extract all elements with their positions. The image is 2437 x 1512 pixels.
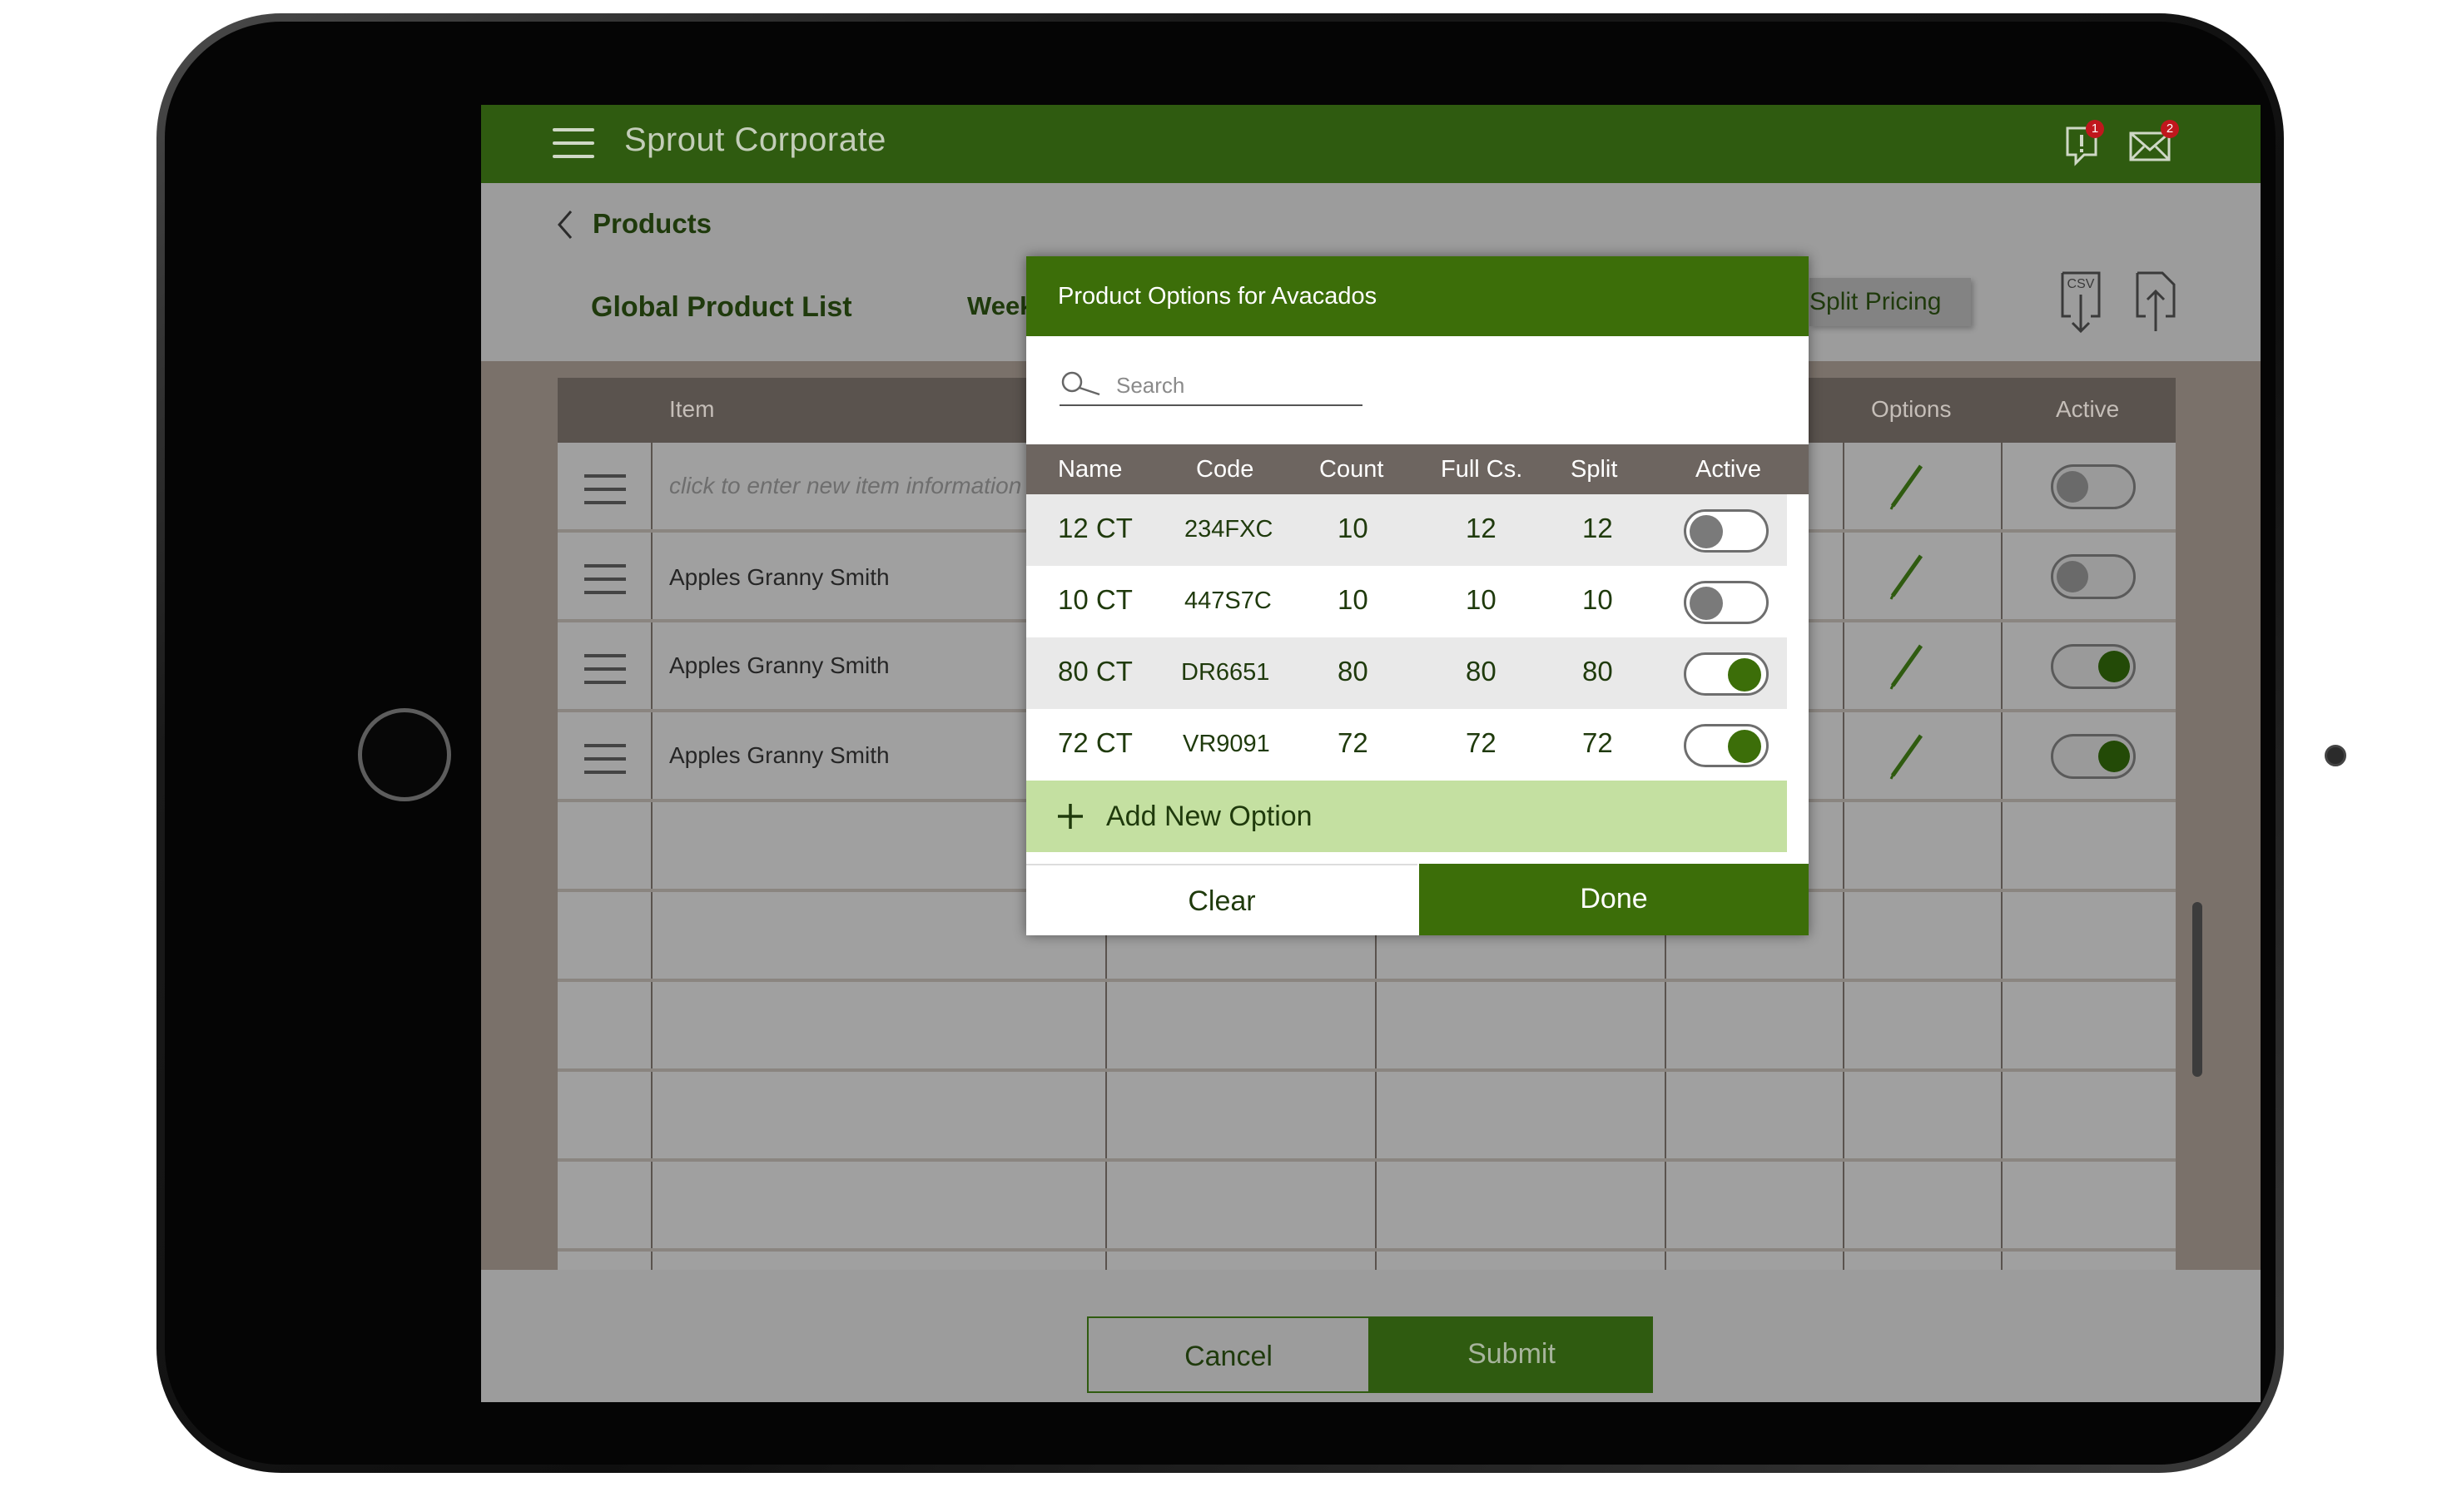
option-code: DR6651 <box>1181 659 1270 686</box>
option-name: 10 CT <box>1058 584 1133 615</box>
hamburger-menu-icon[interactable] <box>553 125 594 161</box>
plus-icon <box>1056 802 1084 830</box>
option-split: 12 <box>1582 513 1613 543</box>
scrollbar[interactable] <box>2192 902 2202 1077</box>
option-count: 10 <box>1338 513 1368 543</box>
count-column-header: Count <box>1319 456 1384 483</box>
global-product-list-title: Global Product List <box>591 291 852 323</box>
option-full-case: 80 <box>1466 656 1496 687</box>
option-name: 80 CT <box>1058 656 1133 687</box>
mail-badge: 2 <box>2161 120 2179 138</box>
empty-row <box>558 1072 2176 1162</box>
name-column-header: Name <box>1058 456 1123 483</box>
clear-button[interactable]: Clear <box>1026 864 1417 935</box>
drag-handle-icon[interactable] <box>584 564 626 594</box>
week-tab[interactable]: Week <box>967 291 1034 321</box>
edit-options-pencil-icon[interactable] <box>1888 551 1926 601</box>
item-name: Apples Granny Smith <box>669 652 890 678</box>
submit-button[interactable]: Submit <box>1370 1316 1653 1393</box>
option-split: 72 <box>1582 727 1613 758</box>
home-button[interactable] <box>358 708 451 801</box>
bottom-action-bar: Cancel Submit <box>481 1270 2261 1402</box>
cancel-button[interactable]: Cancel <box>1087 1316 1370 1393</box>
option-count: 72 <box>1338 727 1368 758</box>
app-screen: Sprout Corporate 1 2 Products Global Pro… <box>481 105 2261 1402</box>
edit-options-pencil-icon[interactable] <box>1888 731 1926 781</box>
search-icon <box>1060 369 1103 399</box>
option-split: 10 <box>1582 584 1613 615</box>
add-new-option-label: Add New Option <box>1106 801 1313 832</box>
active-toggle[interactable] <box>2051 734 2136 779</box>
code-column-header: Code <box>1196 456 1254 483</box>
option-code: 234FXC <box>1184 516 1273 543</box>
add-new-option-button[interactable]: Add New Option <box>1026 781 1787 852</box>
option-row[interactable]: 10 CT 447S7C 10 10 10 <box>1026 566 1787 637</box>
search-field[interactable] <box>1060 368 1362 406</box>
new-item-hint[interactable]: click to enter new item information <box>669 473 1021 499</box>
edit-options-pencil-icon[interactable] <box>1888 461 1926 511</box>
active-toggle[interactable] <box>2051 644 2136 689</box>
edit-options-pencil-icon[interactable] <box>1888 641 1926 691</box>
item-name: Apples Granny Smith <box>669 564 890 590</box>
option-name: 12 CT <box>1058 513 1133 543</box>
option-active-toggle[interactable] <box>1684 509 1769 553</box>
csv-icon-label: CSV <box>2067 277 2095 291</box>
item-column-header: Item <box>669 396 715 422</box>
option-name: 72 CT <box>1058 727 1133 758</box>
empty-row <box>558 982 2176 1072</box>
alert-notification-icon[interactable]: 1 <box>2062 120 2104 166</box>
product-options-dialog: Product Options for Avacados Name Code C… <box>1026 256 1809 935</box>
option-code: VR9091 <box>1183 731 1270 757</box>
active-column-header: Active <box>1695 456 1761 483</box>
csv-download-icon[interactable]: CSV <box>2057 270 2104 336</box>
back-to-products-link[interactable]: Products <box>593 208 712 240</box>
option-full-case: 10 <box>1466 584 1496 615</box>
mail-icon[interactable]: 2 <box>2127 120 2181 166</box>
done-button[interactable]: Done <box>1419 864 1809 935</box>
dialog-title: Product Options for Avacados <box>1058 283 1377 310</box>
split-pricing-button[interactable]: Split Pricing <box>1809 278 1971 326</box>
active-column-header: Active <box>2056 396 2120 422</box>
ipad-frame: Sprout Corporate 1 2 Products Global Pro… <box>156 13 2346 1473</box>
empty-row <box>558 1162 2176 1252</box>
back-chevron-icon[interactable] <box>554 208 574 241</box>
active-toggle[interactable] <box>2051 554 2136 599</box>
option-count: 10 <box>1338 584 1368 615</box>
drag-handle-icon[interactable] <box>584 744 626 774</box>
option-row[interactable]: 80 CT DR6651 80 80 80 <box>1026 637 1787 709</box>
option-split: 80 <box>1582 656 1613 687</box>
upload-icon[interactable] <box>2132 270 2179 336</box>
options-table-header: Name Code Count Full Cs. Split Active <box>1026 444 1809 494</box>
option-row[interactable]: 12 CT 234FXC 10 12 12 <box>1026 494 1787 566</box>
dialog-header: Product Options for Avacados <box>1026 256 1809 336</box>
option-active-toggle[interactable] <box>1684 652 1769 696</box>
option-active-toggle[interactable] <box>1684 581 1769 624</box>
drag-handle-icon[interactable] <box>584 654 626 684</box>
option-full-case: 12 <box>1466 513 1496 543</box>
option-active-toggle[interactable] <box>1684 724 1769 767</box>
option-count: 80 <box>1338 656 1368 687</box>
option-code: 447S7C <box>1184 587 1272 614</box>
app-bar: Sprout Corporate 1 2 <box>481 105 2261 183</box>
options-column-header: Options <box>1871 396 1952 422</box>
search-input[interactable] <box>1116 371 1357 399</box>
split-column-header: Split <box>1571 456 1618 483</box>
drag-handle-icon[interactable] <box>584 474 626 504</box>
camera-lens <box>2325 745 2346 766</box>
option-full-case: 72 <box>1466 727 1496 758</box>
option-row[interactable]: 72 CT VR9091 72 72 72 <box>1026 709 1787 781</box>
item-name: Apples Granny Smith <box>669 742 890 768</box>
active-toggle[interactable] <box>2051 464 2136 509</box>
full-case-column-header: Full Cs. <box>1441 456 1523 483</box>
alert-badge: 1 <box>2086 120 2104 138</box>
app-title: Sprout Corporate <box>624 121 886 158</box>
